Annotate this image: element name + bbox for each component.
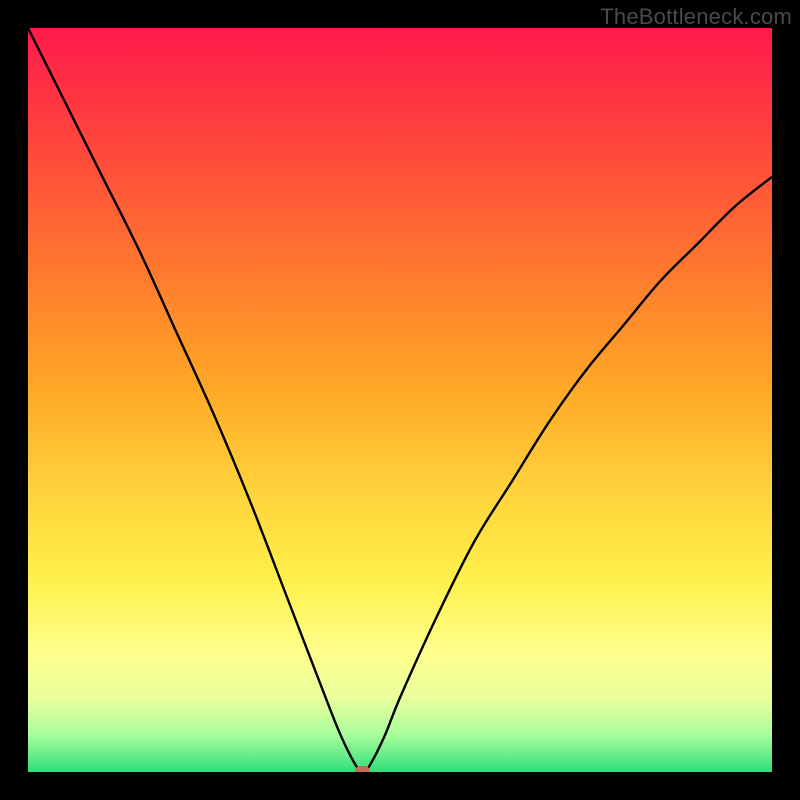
plot-area (28, 28, 772, 772)
min-marker (355, 766, 370, 772)
watermark-text: TheBottleneck.com (600, 4, 792, 30)
chart-frame: TheBottleneck.com (0, 0, 800, 800)
bottleneck-curve (28, 28, 772, 772)
